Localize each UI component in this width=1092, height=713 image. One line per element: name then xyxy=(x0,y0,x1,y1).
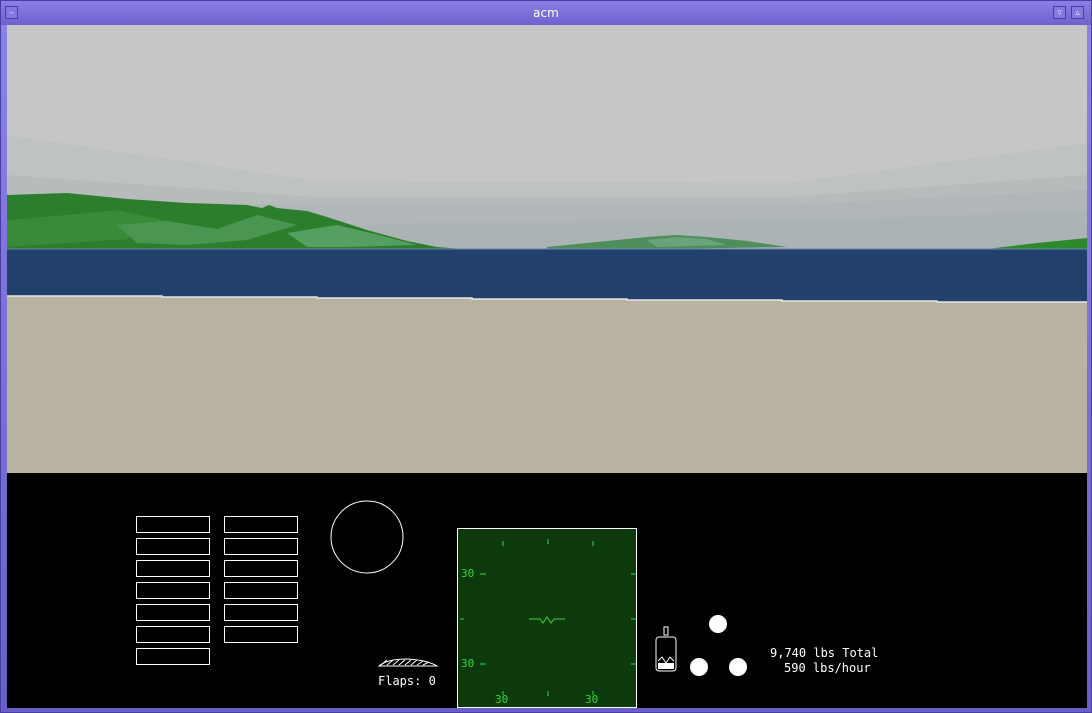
fuel-total-readout: 9,740 lbs Total xyxy=(770,646,879,660)
warning-light xyxy=(707,613,729,635)
fuel-tank-icon xyxy=(655,626,677,672)
minimize-icon[interactable]: ▿ xyxy=(1053,6,1066,19)
out-the-window-view[interactable] xyxy=(7,25,1087,473)
gauge-box xyxy=(136,648,210,665)
gauge-box xyxy=(224,582,298,599)
gauge-box xyxy=(224,560,298,577)
ground xyxy=(7,296,1087,473)
radar-scope xyxy=(330,500,404,574)
gauge-box xyxy=(136,626,210,643)
hud-graphics xyxy=(460,539,636,696)
gauge-box xyxy=(136,604,210,621)
water xyxy=(7,249,1087,303)
warning-lights xyxy=(688,613,749,678)
aircraft-reference-icon xyxy=(529,616,565,624)
gauge-box xyxy=(136,560,210,577)
gauge-box xyxy=(224,626,298,643)
gauge-box xyxy=(224,516,298,533)
hud-bottom-scale-right: 30 xyxy=(585,693,599,706)
hud-display: 30 30 30 30 xyxy=(457,528,637,708)
instrument-panel: Flaps: 0 30 30 30 30 9,740 lbs Total 590… xyxy=(7,473,1087,708)
gauge-box xyxy=(224,538,298,555)
acm-window: – acm ▿ ▵ Flaps: 0 30 30 30 30 9,740 lbs… xyxy=(0,0,1092,713)
title-bar[interactable]: – acm ▿ ▵ xyxy=(1,1,1091,25)
gauge-box xyxy=(136,582,210,599)
flaps-label: Flaps: 0 xyxy=(378,674,436,688)
hud-bottom-scale-left: 30 xyxy=(495,693,509,706)
hud-left-scale-top: 30 xyxy=(461,567,475,580)
warning-light xyxy=(688,656,710,678)
flaps-wing-icon xyxy=(377,658,439,667)
maximize-icon[interactable]: ▵ xyxy=(1071,6,1084,19)
hud-left-scale-bottom: 30 xyxy=(461,657,475,670)
warning-light xyxy=(727,656,749,678)
fuel-rate-readout: 590 lbs/hour xyxy=(784,661,871,675)
gauge-box xyxy=(136,516,210,533)
scene-svg xyxy=(7,25,1087,473)
gauge-box xyxy=(224,604,298,621)
window-title: acm xyxy=(533,6,559,20)
gauge-box xyxy=(136,538,210,555)
